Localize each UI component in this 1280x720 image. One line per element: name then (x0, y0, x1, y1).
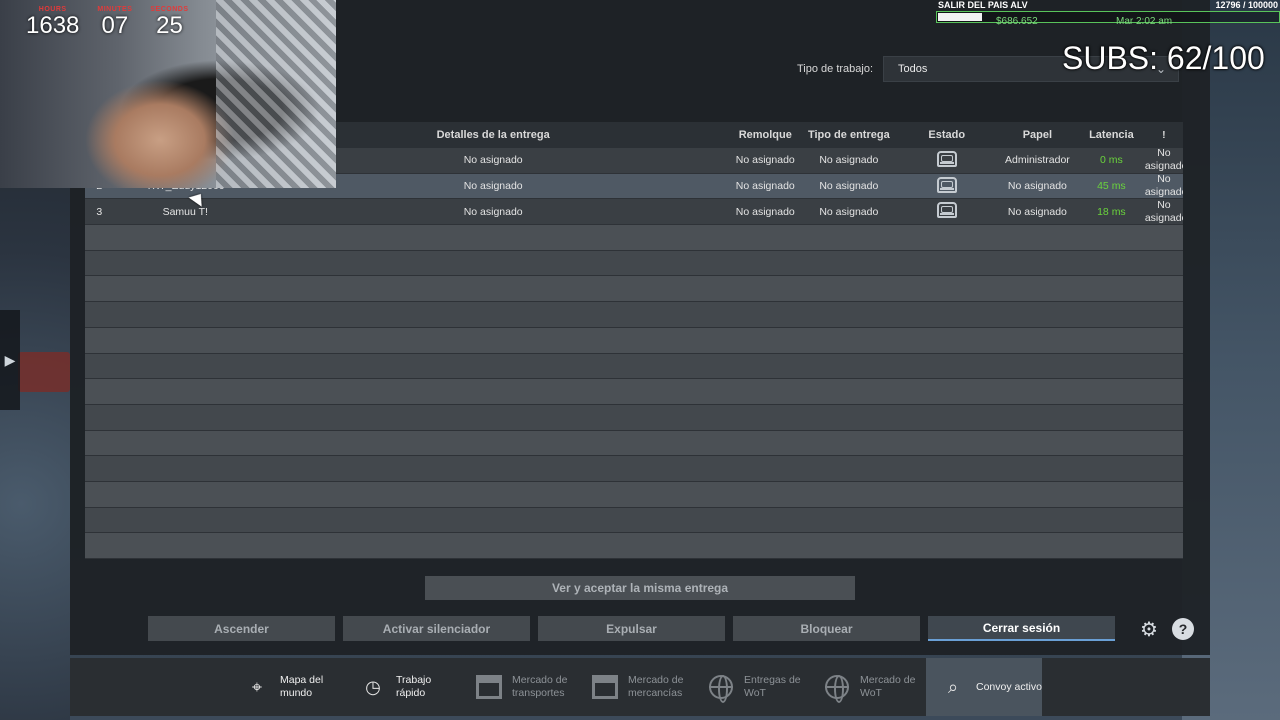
timer-seconds: SECONDS 25 (150, 6, 189, 39)
nav-active-convoy[interactable]: ⌕ Convoy activo (926, 658, 1042, 716)
cargo-icon (590, 672, 620, 702)
flag-value: No asignado (1144, 198, 1183, 224)
nav-label: Mapa del mundo (280, 674, 324, 699)
globe-box-icon (822, 672, 852, 703)
nav-label: Convoy activo (976, 680, 1042, 693)
empty-row (85, 481, 1183, 508)
subs-counter: SUBS: 62/100 (1062, 40, 1265, 76)
map-pin-icon: ⌖ (251, 676, 263, 697)
flag-value: No asignado (1144, 173, 1183, 199)
nav-label: Mercado de transportes (512, 674, 568, 699)
block-button[interactable]: Bloquear (733, 616, 920, 641)
job-type-value: Todos (898, 63, 928, 75)
empty-row (85, 456, 1183, 482)
goal-tracker: SALIR DEL PAIS ALV 12796 / 100000 $686.6… (936, 0, 1280, 30)
mute-button[interactable]: Activar silenciador (343, 616, 530, 641)
nav-label: Mercado de mercancías (628, 674, 684, 699)
money-value: $686.652 (996, 16, 1038, 27)
nav-label: Trabajo rápido (396, 674, 432, 699)
latency-value: 0 ms (1100, 154, 1123, 167)
goal-title: SALIR DEL PAIS ALV (938, 0, 1028, 10)
nav-wot-market[interactable]: Mercado de WoT (810, 658, 926, 716)
timer-minutes: MINUTES 07 (97, 6, 133, 39)
header-role[interactable]: Papel (997, 129, 1078, 141)
player-name: Samuu T! (162, 205, 208, 218)
accept-same-delivery-button[interactable]: Ver y aceptar la misma entrega (425, 576, 855, 600)
webcam-background (216, 0, 336, 188)
empty-row (85, 276, 1183, 303)
delivery-details: No asignado (463, 205, 523, 218)
empty-row (85, 430, 1183, 457)
kick-button[interactable]: Expulsar (538, 616, 725, 641)
latency-value: 45 ms (1097, 180, 1126, 193)
gear-icon[interactable]: ⚙ (1138, 618, 1160, 641)
truck-icon (936, 176, 957, 193)
empty-row (85, 533, 1183, 559)
nav-world-map[interactable]: ⌖ Mapa del mundo (230, 658, 346, 716)
trailer-value: No asignado (735, 154, 795, 167)
nav-label: Mercado de WoT (860, 674, 916, 699)
globe-icon (706, 672, 736, 703)
delivery-type-value: No asignado (819, 154, 879, 167)
webcam-overlay: HOURS 1638 MINUTES 07 SECONDS 25 (0, 0, 336, 188)
freight-icon (474, 672, 504, 702)
empty-row (85, 302, 1183, 328)
empty-row (85, 353, 1183, 380)
header-latency[interactable]: Latencia (1078, 129, 1145, 141)
empty-row (85, 379, 1183, 405)
role-value: No asignado (1007, 180, 1067, 193)
nav-cargo-market[interactable]: Mercado de mercancías (578, 658, 694, 716)
background-sign (18, 352, 70, 392)
empty-row (85, 225, 1183, 251)
empty-row (85, 404, 1183, 431)
status-cell (897, 176, 997, 196)
nav-wot-deliveries[interactable]: Entregas de WoT (694, 658, 810, 716)
header-trailer[interactable]: Remolque (729, 129, 801, 141)
table-row[interactable]: 3 Samuu T! No asignado No asignado No as… (85, 198, 1183, 226)
latency-value: 18 ms (1097, 205, 1126, 218)
empty-row (85, 507, 1183, 534)
header-alert[interactable]: ! (1145, 129, 1183, 142)
nav-label: Entregas de WoT (744, 674, 801, 699)
chevron-right-icon: ▶ (4, 351, 16, 368)
truck-icon (936, 150, 957, 167)
delivery-type-value: No asignado (819, 205, 879, 218)
timer-hours: HOURS 1638 (26, 6, 80, 39)
stream-timer: HOURS 1638 MINUTES 07 SECONDS 25 (26, 6, 189, 39)
help-icon[interactable]: ? (1172, 618, 1194, 640)
empty-row (85, 327, 1183, 354)
nav-freight-market[interactable]: Mercado de transportes (462, 658, 578, 716)
row-number: 3 (96, 205, 103, 218)
nav-quick-job[interactable]: ◷ Trabajo rápido (346, 658, 462, 716)
header-status[interactable]: Estado (897, 129, 997, 141)
header-delivery-type[interactable]: Tipo de entrega (801, 129, 896, 141)
goal-progress-bar (936, 11, 1280, 23)
truck-icon (936, 202, 957, 219)
empty-row (85, 250, 1183, 277)
convoy-icon: ⌕ (947, 676, 959, 697)
bottom-nav: ⌖ Mapa del mundo ◷ Trabajo rápido Mercad… (70, 658, 1210, 716)
promote-button[interactable]: Ascender (148, 616, 335, 641)
role-value: No asignado (1007, 205, 1067, 218)
clock-box-icon: ◷ (365, 676, 381, 697)
logout-button[interactable]: Cerrar sesión (928, 616, 1115, 641)
goal-progress-fill (938, 13, 982, 21)
game-clock: Mar 2:02 am (1116, 16, 1173, 27)
side-panel-toggle[interactable]: ▶ (0, 310, 20, 410)
trailer-value: No asignado (735, 205, 795, 218)
goal-count: 12796 / 100000 (1215, 0, 1278, 10)
delivery-type-value: No asignado (819, 180, 879, 193)
job-type-label: Tipo de trabajo: (797, 63, 874, 75)
role-value: Administrador (1005, 154, 1070, 167)
status-cell (897, 150, 997, 170)
status-cell (897, 202, 997, 221)
trailer-value: No asignado (735, 180, 795, 193)
flag-value: No asignado (1144, 147, 1183, 173)
action-bar: Ascender Activar silenciador Expulsar Bl… (148, 616, 1115, 641)
